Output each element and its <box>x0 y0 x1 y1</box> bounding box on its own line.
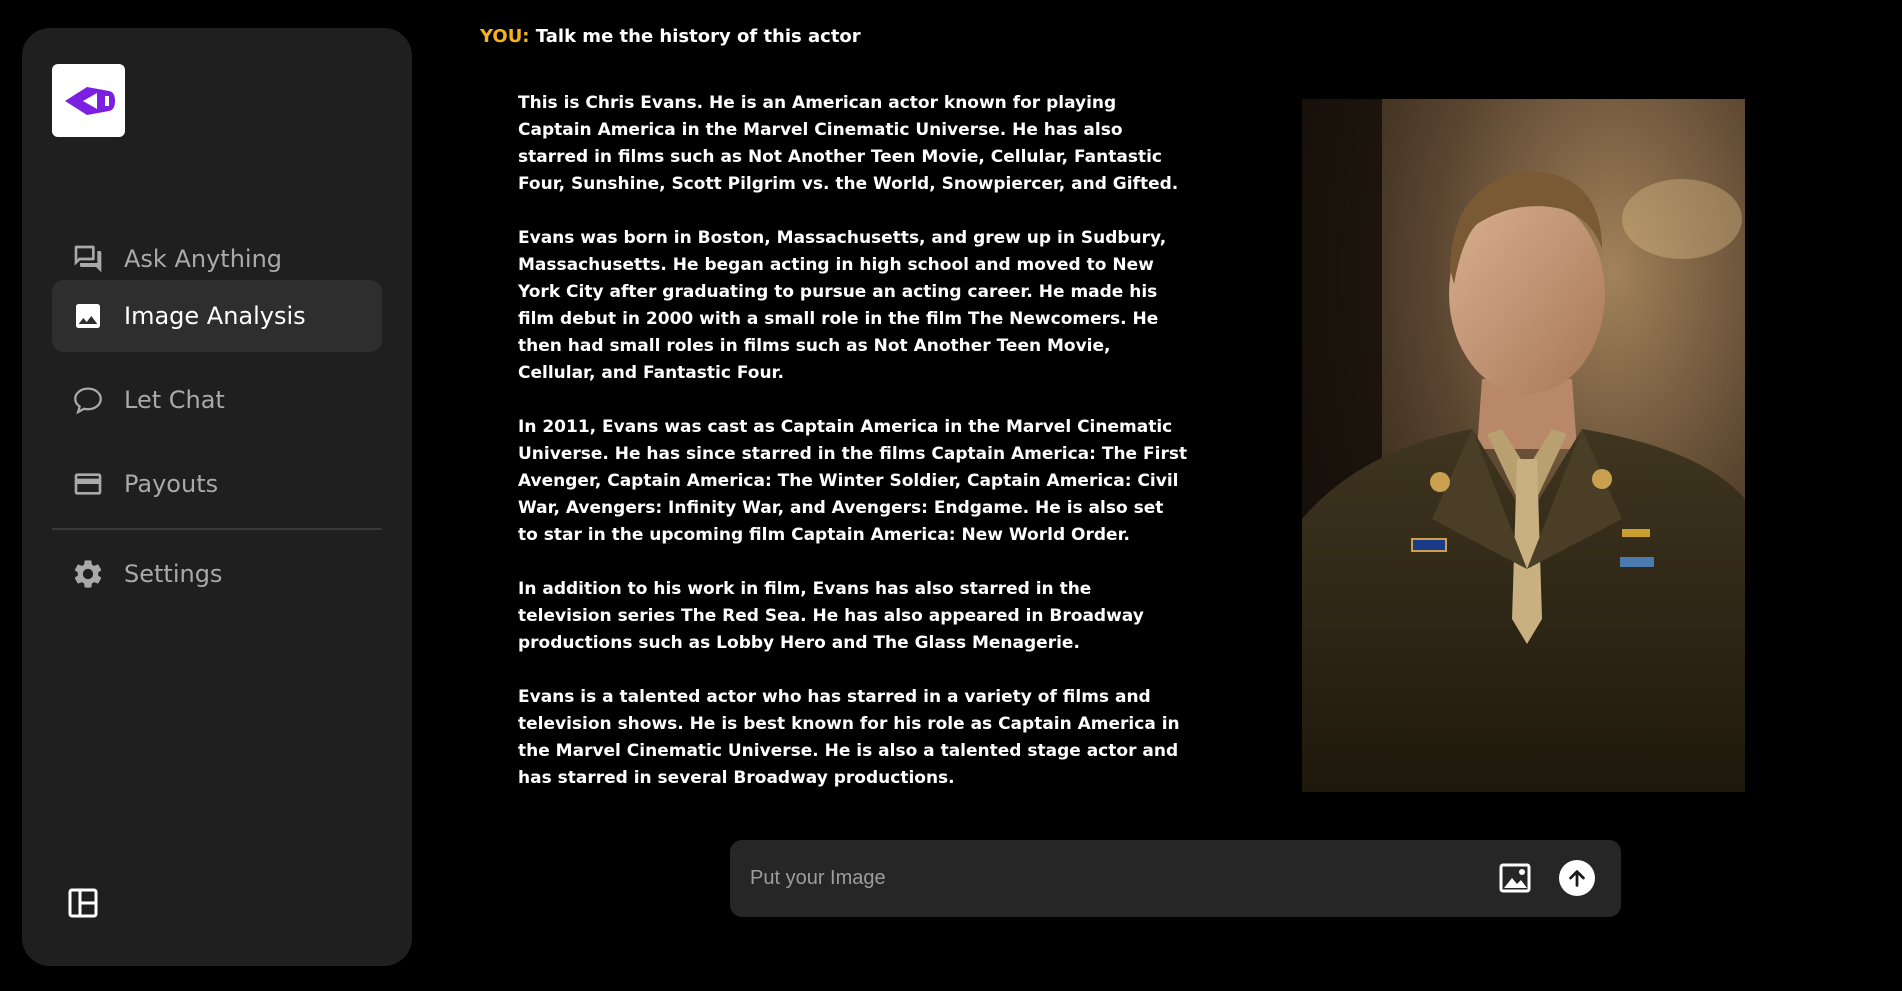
answer-paragraph: Evans is a talented actor who has starre… <box>518 687 1180 788</box>
sidebar-item-let-chat[interactable]: Let Chat <box>52 364 382 436</box>
assistant-answer: This is Chris Evans. He is an American a… <box>518 90 1188 792</box>
sidebar-item-settings[interactable]: Settings <box>52 538 382 610</box>
app-logo[interactable] <box>52 64 125 137</box>
prompt-text: Talk me the history of this actor <box>535 26 861 47</box>
actor-portrait-image <box>1302 99 1745 792</box>
composer <box>730 840 1621 917</box>
user-prompt: YOU: Talk me the history of this actor <box>480 26 861 47</box>
sidebar: Ask Anything Image Analysis Let Chat Pay… <box>22 28 412 966</box>
image-upload-button[interactable] <box>1498 861 1532 895</box>
layout-toggle-button[interactable] <box>66 886 100 920</box>
layout-panel-icon <box>68 888 98 918</box>
sidebar-divider <box>52 528 382 530</box>
forum-icon <box>70 241 106 277</box>
sidebar-item-image-analysis[interactable]: Image Analysis <box>52 280 382 352</box>
prompt-you-label: YOU: <box>480 26 530 47</box>
sidebar-item-label: Settings <box>124 560 223 588</box>
send-button[interactable] <box>1559 860 1595 896</box>
answer-paragraph: In addition to his work in film, Evans h… <box>518 579 1144 653</box>
sidebar-item-label: Image Analysis <box>124 302 306 330</box>
chat-bubble-icon <box>70 382 106 418</box>
image-prompt-input[interactable] <box>748 840 1488 917</box>
arrow-up-icon <box>1569 870 1585 887</box>
answer-paragraph: This is Chris Evans. He is an American a… <box>518 93 1179 194</box>
image-icon <box>70 298 106 334</box>
sidebar-item-label: Let Chat <box>124 386 225 414</box>
credit-card-icon <box>70 466 106 502</box>
gear-icon <box>70 556 106 592</box>
sidebar-item-label: Ask Anything <box>124 245 283 273</box>
sidebar-item-payouts[interactable]: Payouts <box>52 448 382 520</box>
answer-paragraph: In 2011, Evans was cast as Captain Ameri… <box>518 417 1188 545</box>
sidebar-item-label: Payouts <box>124 470 219 498</box>
answer-paragraph: Evans was born in Boston, Massachusetts,… <box>518 228 1167 383</box>
megaphone-logo-icon <box>64 86 115 115</box>
image-upload-icon <box>1499 863 1531 893</box>
